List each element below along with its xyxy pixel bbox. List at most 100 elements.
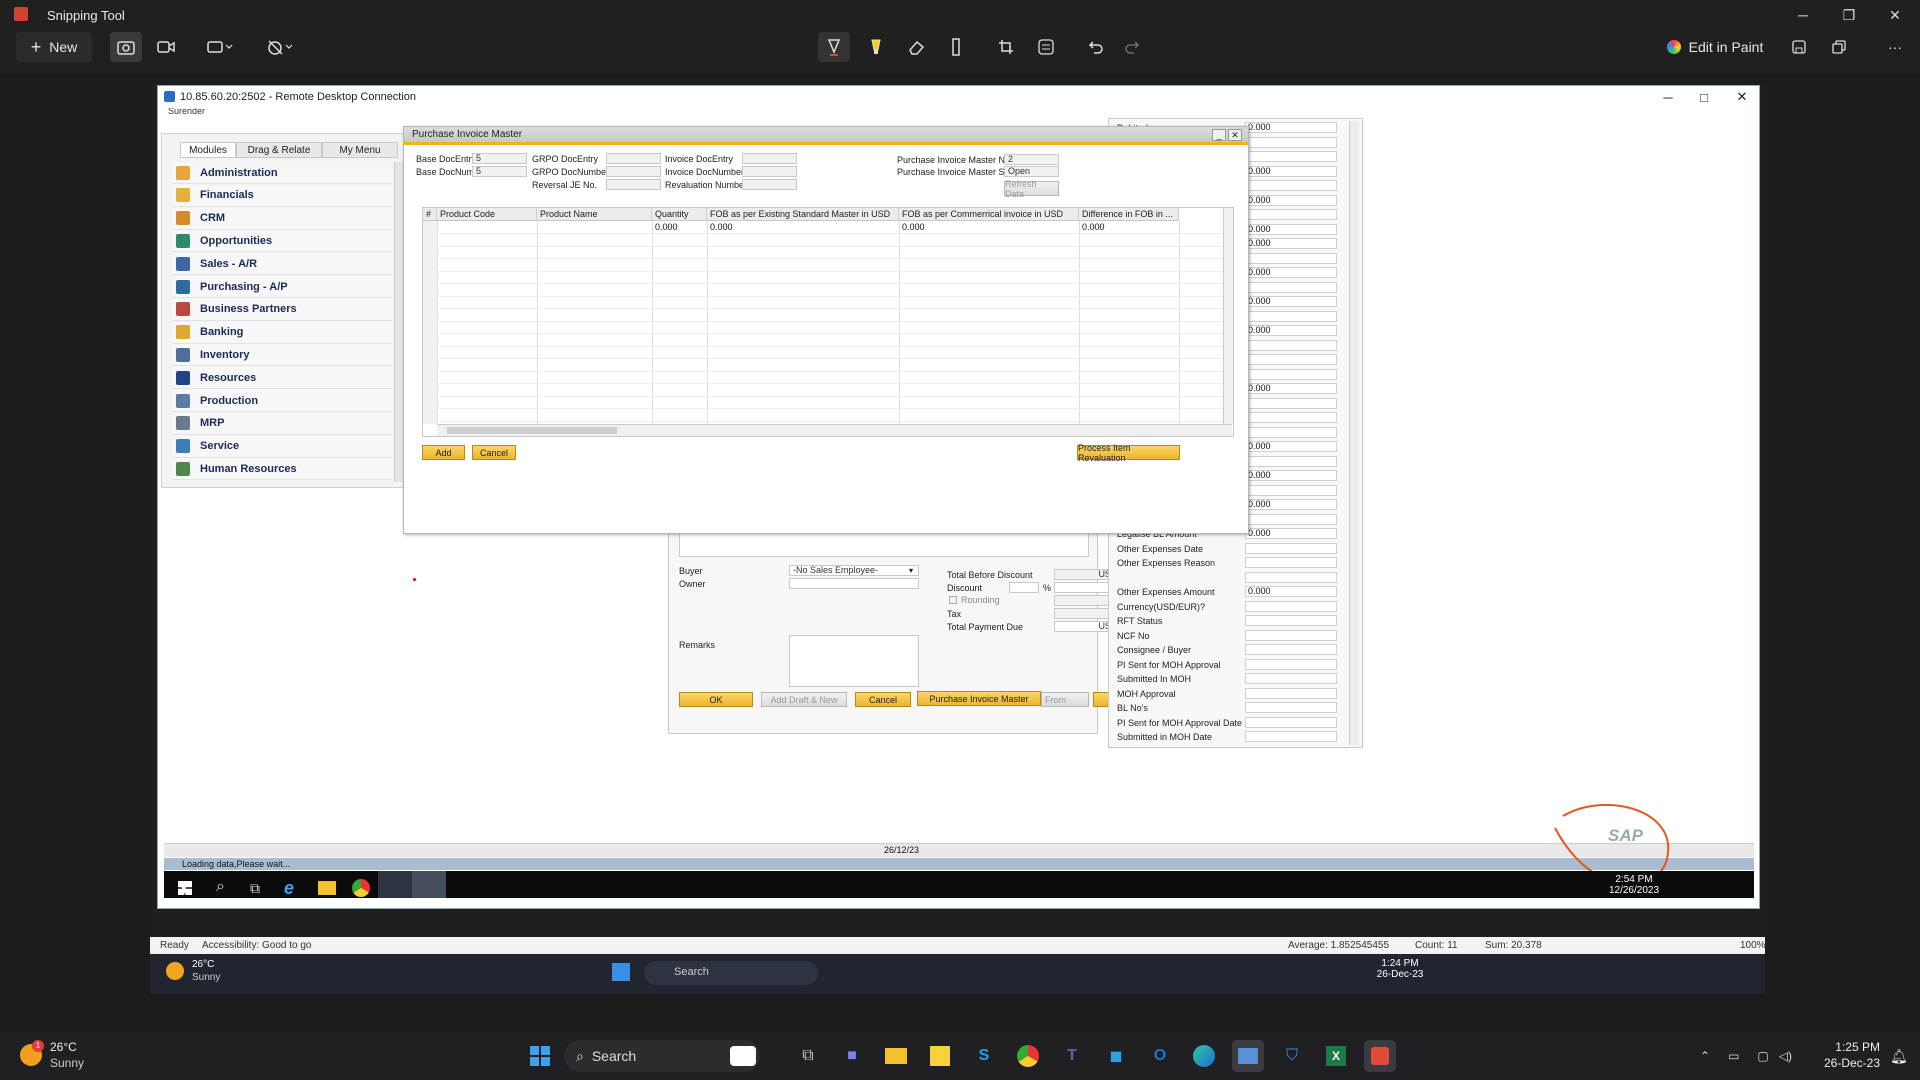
udf-field[interactable] bbox=[1245, 455, 1337, 467]
screenshot-mode-icon[interactable] bbox=[110, 32, 142, 62]
chevron-up-icon[interactable]: ⌃ bbox=[1700, 1049, 1710, 1063]
grid-column-header[interactable]: # bbox=[423, 208, 437, 221]
rounding-checkbox[interactable] bbox=[949, 596, 957, 604]
base-docentry-field[interactable]: 5 bbox=[472, 153, 527, 164]
grid-column-header[interactable]: Quantity bbox=[652, 208, 707, 221]
grid-column-header[interactable]: Product Name bbox=[537, 208, 652, 221]
skype-icon[interactable]: S bbox=[968, 1040, 1000, 1072]
doc-cancel-button[interactable]: Cancel bbox=[855, 692, 911, 707]
minimize-button[interactable]: ─ bbox=[1780, 0, 1826, 30]
accessibility-status[interactable]: Accessibility: Good to go bbox=[202, 940, 312, 951]
remote-desktop-icon[interactable] bbox=[1232, 1040, 1264, 1072]
grid-cell[interactable]: 0.000 bbox=[707, 221, 899, 233]
add-button[interactable]: Add bbox=[422, 445, 465, 460]
invoice-docentry-field[interactable] bbox=[742, 153, 797, 164]
sticky-notes-icon[interactable] bbox=[924, 1040, 956, 1072]
owner-field[interactable] bbox=[789, 578, 919, 589]
module-item[interactable]: Inventory bbox=[172, 344, 392, 367]
windows-start-icon[interactable] bbox=[524, 1040, 556, 1072]
teams-chat-icon[interactable]: ■ bbox=[836, 1040, 868, 1072]
module-item[interactable]: Resources bbox=[172, 367, 392, 390]
module-item[interactable]: Purchasing - A/P bbox=[172, 276, 392, 298]
udf-field[interactable]: 0.000 bbox=[1245, 325, 1337, 336]
display-icon[interactable]: ▢ bbox=[1757, 1049, 1768, 1063]
module-item[interactable]: Financials bbox=[172, 184, 392, 207]
udf-field[interactable] bbox=[1245, 600, 1337, 612]
udf-field[interactable]: 0.000 bbox=[1245, 586, 1337, 597]
network-icon[interactable]: ▭ bbox=[1728, 1049, 1739, 1063]
base-docnumber-field[interactable]: 5 bbox=[472, 166, 527, 177]
udf-field[interactable] bbox=[1245, 716, 1337, 728]
udf-field[interactable]: 0.000 bbox=[1245, 194, 1337, 206]
module-item[interactable]: MRP bbox=[172, 412, 392, 435]
purchase-invoice-master-button[interactable]: Purchase Invoice Master bbox=[917, 691, 1041, 706]
udf-field[interactable] bbox=[1245, 310, 1337, 322]
grid-column-header[interactable]: Difference in FOB in ... bbox=[1079, 208, 1179, 221]
ruler-icon[interactable] bbox=[940, 32, 972, 62]
udf-field[interactable]: 0.000 bbox=[1245, 296, 1337, 307]
master-no-field[interactable]: 2 bbox=[1004, 154, 1059, 165]
teams-icon[interactable]: T bbox=[1056, 1040, 1088, 1072]
text-actions-icon[interactable] bbox=[1030, 32, 1062, 62]
udf-field[interactable] bbox=[1245, 644, 1337, 655]
volume-icon[interactable]: ◁) bbox=[1779, 1049, 1792, 1063]
udf-field[interactable] bbox=[1245, 629, 1337, 641]
udf-field[interactable] bbox=[1245, 513, 1337, 525]
edge-icon[interactable] bbox=[1188, 1040, 1220, 1072]
udf-field[interactable]: 0.000 bbox=[1245, 165, 1337, 177]
udf-field[interactable]: 0.000 bbox=[1245, 383, 1337, 394]
udf-field[interactable] bbox=[1245, 354, 1337, 365]
refresh-data-button[interactable]: Refresh Data bbox=[1004, 179, 1059, 199]
zoom-level[interactable]: 100% bbox=[1740, 940, 1766, 951]
udf-field[interactable]: 0.000 bbox=[1245, 238, 1337, 249]
grid-cell[interactable]: 0.000 bbox=[899, 221, 1079, 233]
taskbar-search-box[interactable]: ⌕ Search bbox=[564, 1040, 760, 1072]
defender-icon[interactable]: ⛉ bbox=[1276, 1040, 1308, 1072]
module-item[interactable]: Administration bbox=[172, 162, 392, 184]
udf-field[interactable] bbox=[1245, 731, 1337, 742]
inner-search-box[interactable]: Search bbox=[644, 961, 818, 985]
grid-column-header[interactable]: FOB as per Existing Standard Master in U… bbox=[707, 208, 899, 221]
udf-field[interactable] bbox=[1245, 687, 1337, 699]
snipping-tool-icon[interactable] bbox=[1364, 1040, 1396, 1072]
cancel-button[interactable]: Cancel bbox=[472, 445, 516, 460]
add-draft-new-button[interactable]: Add Draft & New bbox=[761, 692, 847, 707]
udf-field[interactable]: 0.000 bbox=[1245, 499, 1337, 510]
module-item[interactable]: Production bbox=[172, 390, 392, 412]
udf-field[interactable] bbox=[1245, 673, 1337, 684]
grid-cell[interactable]: 0.000 bbox=[652, 221, 707, 233]
module-item[interactable]: Sales - A/R bbox=[172, 253, 392, 276]
module-item[interactable]: Service bbox=[172, 435, 392, 458]
udf-field[interactable] bbox=[1245, 658, 1337, 670]
udf-field[interactable]: 0.000 bbox=[1245, 470, 1337, 481]
rdp-close-button[interactable]: ✕ bbox=[1722, 86, 1762, 108]
task-view-icon[interactable]: ⧉ bbox=[792, 1040, 824, 1072]
grid-column-header[interactable]: FOB as per Commerrical invoice in USD bbox=[899, 208, 1079, 221]
highlighter-icon[interactable] bbox=[860, 32, 892, 62]
redo-icon[interactable] bbox=[1116, 32, 1148, 62]
invoice-docnumber-field[interactable] bbox=[742, 166, 797, 177]
new-snip-button[interactable]: + New bbox=[16, 32, 92, 62]
rdp-taskbar-icon[interactable] bbox=[412, 871, 446, 898]
udf-field[interactable] bbox=[1245, 252, 1337, 264]
chrome-icon[interactable] bbox=[1012, 1040, 1044, 1072]
grpo-docnumber-field[interactable] bbox=[606, 166, 661, 177]
udf-field[interactable] bbox=[1245, 281, 1337, 293]
module-item[interactable]: Business Partners bbox=[172, 298, 392, 321]
grpo-docentry-field[interactable] bbox=[606, 153, 661, 164]
udf-field[interactable] bbox=[1245, 412, 1337, 423]
buyer-select[interactable]: -No Sales Employee- bbox=[789, 565, 919, 576]
scroll-thumb[interactable] bbox=[447, 427, 617, 434]
process-item-revaluation-button[interactable]: Process Item Revaluation bbox=[1077, 443, 1180, 463]
file-explorer-icon[interactable] bbox=[318, 881, 336, 895]
pim-minimize-button[interactable]: _ bbox=[1212, 129, 1226, 141]
master-status-field[interactable]: Open bbox=[1004, 166, 1059, 177]
udf-field[interactable] bbox=[1245, 180, 1337, 191]
copy-icon[interactable] bbox=[1824, 32, 1854, 62]
udf-field[interactable]: 0.000 bbox=[1245, 441, 1337, 452]
grid-cell[interactable] bbox=[537, 221, 652, 233]
outlook-icon[interactable]: O bbox=[1144, 1040, 1176, 1072]
grid-horizontal-scrollbar[interactable] bbox=[437, 424, 1232, 436]
udf-field[interactable] bbox=[1245, 615, 1337, 626]
module-item[interactable]: Opportunities bbox=[172, 230, 392, 253]
